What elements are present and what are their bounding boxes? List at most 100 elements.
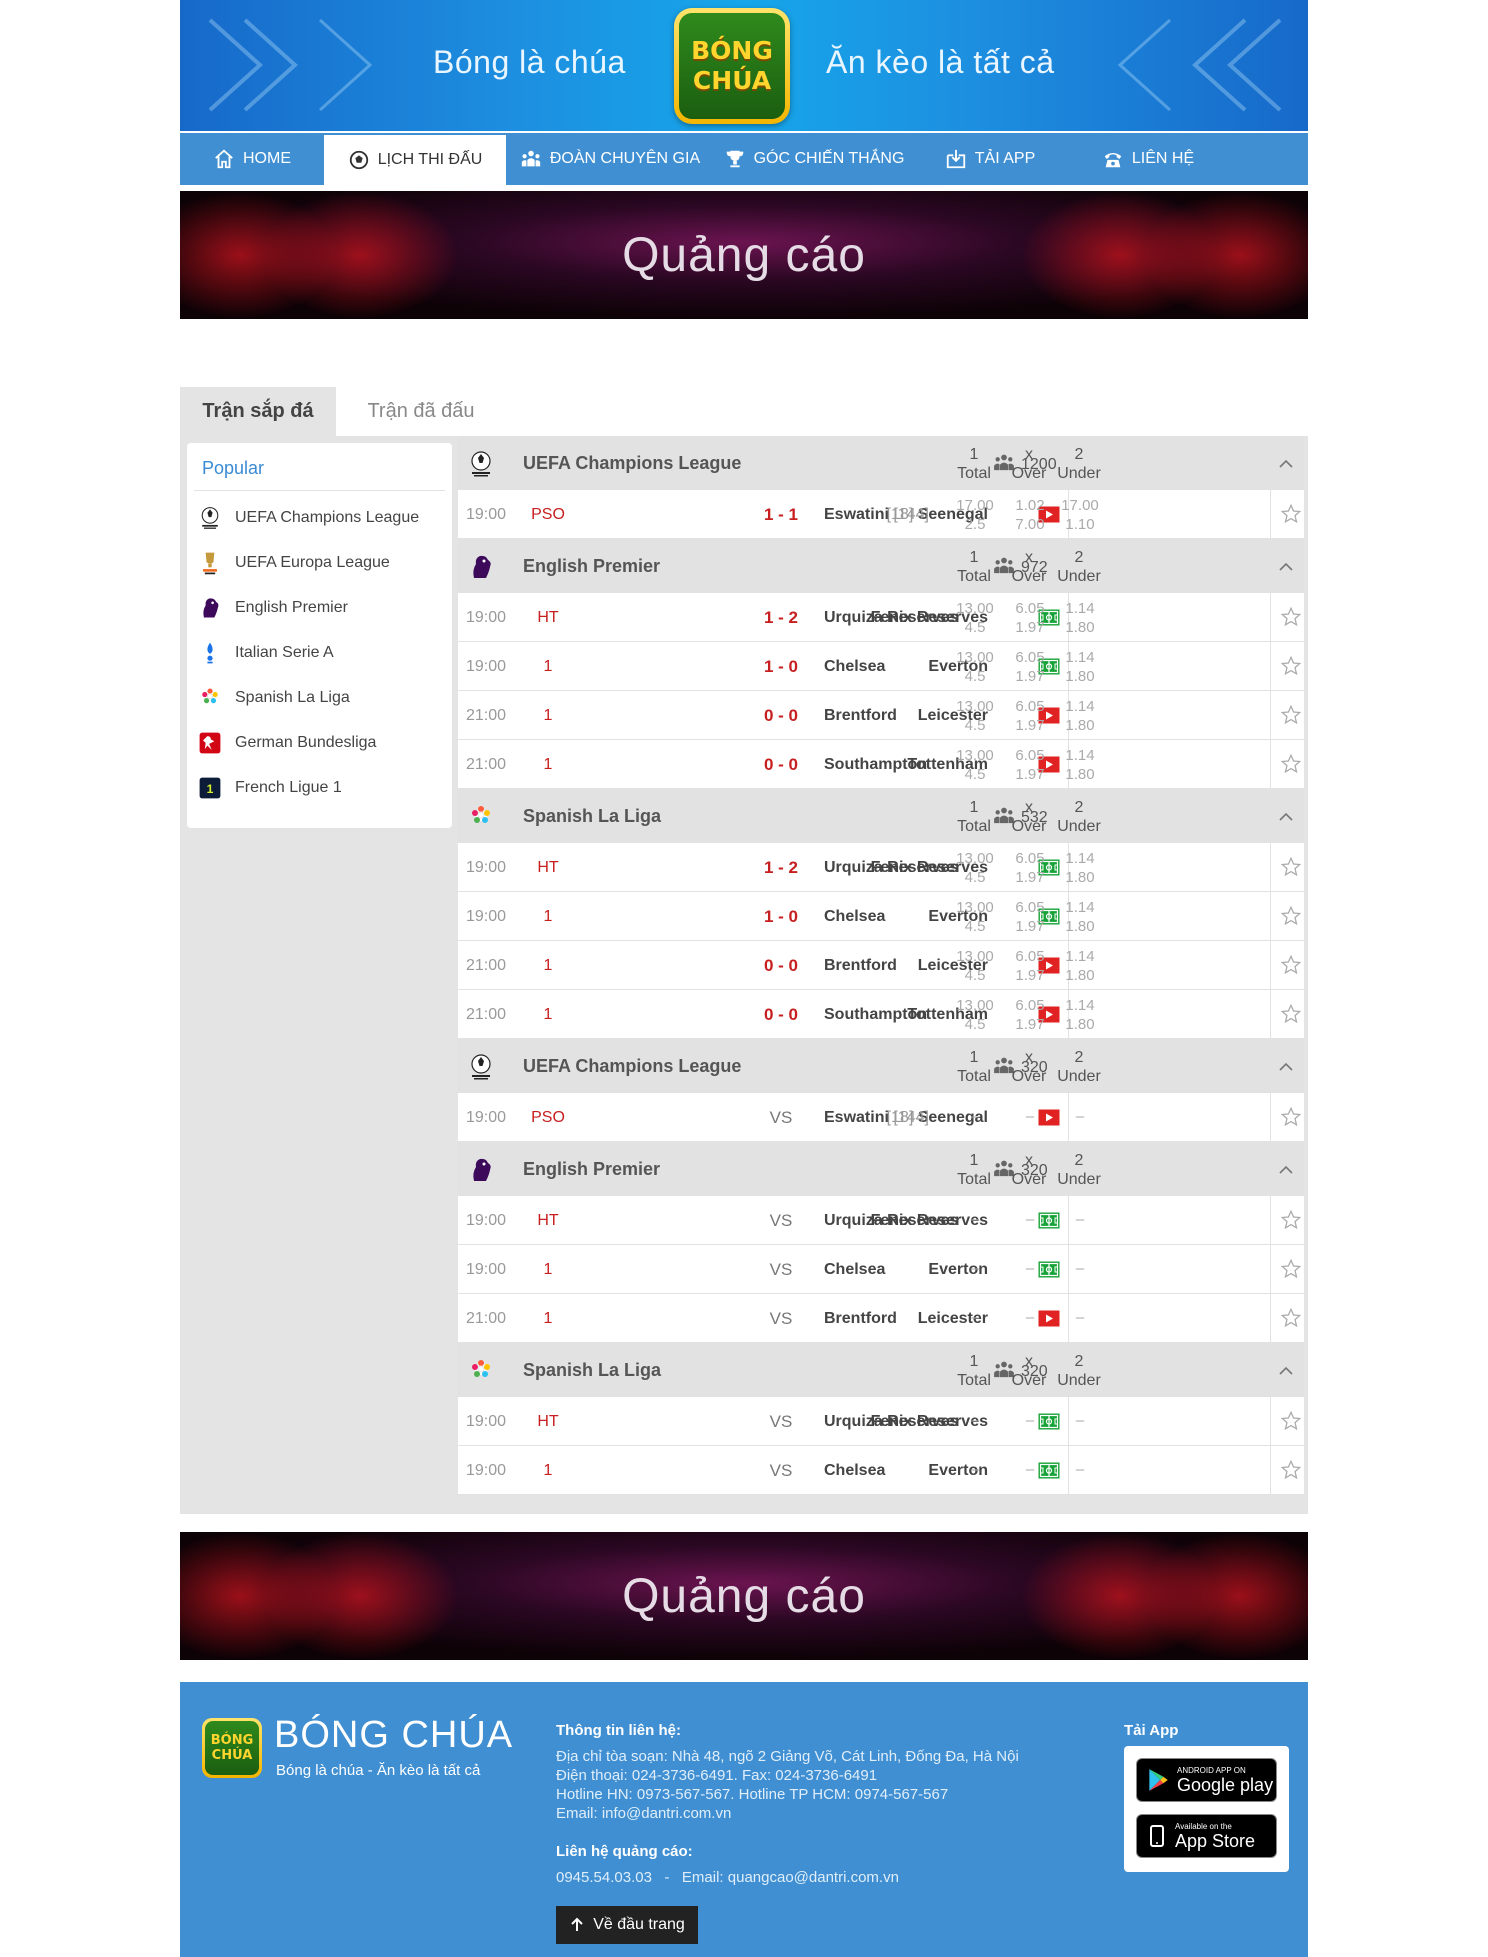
match-row[interactable]: 21:00 1 Leicester 0 - 0 Brentford 13.00 4.5 6.0… xyxy=(458,941,1304,990)
league-name[interactable]: Spanish La Liga xyxy=(523,806,661,827)
odd-value[interactable]: – xyxy=(1050,1210,1110,1229)
collapse-toggle-icon[interactable] xyxy=(1278,559,1294,571)
odd-value[interactable]: 13.00 4.5 xyxy=(945,996,1005,1034)
nav-winning-corner[interactable]: GÓC CHIẾN THẮNG xyxy=(714,133,914,185)
favorite-star-icon[interactable] xyxy=(1280,606,1302,628)
match-row[interactable]: 19:00 1 Everton VS Chelsea – – – xyxy=(458,1446,1304,1495)
collapse-toggle-icon[interactable] xyxy=(1278,1162,1294,1174)
odd-value[interactable]: 1.14 1.80 xyxy=(1050,746,1110,784)
league-name[interactable]: Spanish La Liga xyxy=(523,1360,661,1381)
favorite-star-icon[interactable] xyxy=(1280,655,1302,677)
odd-value[interactable]: 13.00 4.5 xyxy=(945,746,1005,784)
site-logo[interactable]: BÓNG CHÚA xyxy=(674,8,790,124)
match-row[interactable]: 19:00 PSO [18] Seenegal VS Eswatini [144] – – – xyxy=(458,1093,1304,1142)
favorite-star-icon[interactable] xyxy=(1280,1307,1302,1329)
odd-value[interactable]: 13.00 4.5 xyxy=(945,599,1005,637)
sidebar-item-premier-league[interactable]: English Premier xyxy=(187,585,452,630)
favorite-star-icon[interactable] xyxy=(1280,1410,1302,1432)
favorite-star-icon[interactable] xyxy=(1280,1258,1302,1280)
match-row[interactable]: 21:00 1 Leicester VS Brentford – – – xyxy=(458,1294,1304,1343)
sidebar-item-champions-league[interactable]: UEFA Champions League xyxy=(187,495,452,540)
nav-download-app[interactable]: TẢI APP xyxy=(914,133,1066,185)
match-row[interactable]: 21:00 1 Tottenham 0 - 0 Southampton 13.00 4.5 6… xyxy=(458,990,1304,1039)
sidebar-item-ligue-1[interactable]: 1 French Ligue 1 xyxy=(187,765,452,810)
favorite-star-icon[interactable] xyxy=(1280,753,1302,775)
footer-logo[interactable]: BÓNG CHÚA xyxy=(202,1718,262,1778)
favorite-star-icon[interactable] xyxy=(1280,704,1302,726)
favorite-star-icon[interactable] xyxy=(1280,954,1302,976)
google-play-button[interactable]: ANDROID APP ON Google play xyxy=(1136,1758,1277,1802)
league-name[interactable]: English Premier xyxy=(523,556,660,577)
favorite-star-icon[interactable] xyxy=(1280,1459,1302,1481)
odd-value[interactable]: – xyxy=(945,1411,1005,1430)
collapse-toggle-icon[interactable] xyxy=(1278,809,1294,821)
odd-value[interactable]: – xyxy=(945,1308,1005,1327)
sidebar-item-bundesliga[interactable]: German Bundesliga xyxy=(187,720,452,765)
match-row[interactable]: 19:00 1 Everton 1 - 0 Chelsea 13.00 4.5 6.05 1.9… xyxy=(458,642,1304,691)
odd-value[interactable]: – xyxy=(1050,1460,1110,1479)
odd-value[interactable]: 17.00 1.10 xyxy=(1050,496,1110,534)
league-name[interactable]: UEFA Champions League xyxy=(523,453,741,474)
odd-value[interactable]: 1.14 1.80 xyxy=(1050,898,1110,936)
logo-text-line2: CHÚA xyxy=(692,66,772,95)
odd-value[interactable]: 13.00 4.5 xyxy=(945,697,1005,735)
odd-value[interactable]: 1.14 1.80 xyxy=(1050,996,1110,1034)
nav-experts[interactable]: ĐOÀN CHUYÊN GIA xyxy=(506,133,714,185)
favorite-star-icon[interactable] xyxy=(1280,1209,1302,1231)
back-to-top-button[interactable]: Về đầu trang xyxy=(556,1906,698,1944)
odd-value[interactable]: 17.00 2.5 xyxy=(945,496,1005,534)
collapse-toggle-icon[interactable] xyxy=(1278,456,1294,468)
match-time: 21:00 xyxy=(466,957,507,974)
league-name[interactable]: English Premier xyxy=(523,1159,660,1180)
odd-value[interactable]: – xyxy=(945,1107,1005,1126)
match-row[interactable]: 19:00 1 Everton 1 - 0 Chelsea 13.00 4.5 6.05 1.9… xyxy=(458,892,1304,941)
nav-home[interactable]: HOME xyxy=(180,133,324,185)
league-name[interactable]: UEFA Champions League xyxy=(523,1056,741,1077)
sidebar-item-la-liga[interactable]: Spanish La Liga xyxy=(187,675,452,720)
favorite-star-icon[interactable] xyxy=(1280,856,1302,878)
sidebar-item-europa-league[interactable]: UEFA Europa League xyxy=(187,540,452,585)
nav-schedule[interactable]: LỊCH THI ĐẤU xyxy=(324,135,506,185)
app-store-button[interactable]: Available on the App Store xyxy=(1136,1814,1277,1858)
sidebar-item-serie-a[interactable]: Italian Serie A xyxy=(187,630,452,675)
match-row[interactable]: 19:00 HT Fenix Reserves 1 - 2 Urquiza Reserv… xyxy=(458,593,1304,642)
odd-value[interactable]: – xyxy=(945,1210,1005,1229)
odd-value[interactable]: 1.14 1.80 xyxy=(1050,849,1110,887)
odd-value[interactable]: 13.00 4.5 xyxy=(945,648,1005,686)
odd-value[interactable]: 1.14 1.80 xyxy=(1050,648,1110,686)
odd-value[interactable]: – xyxy=(945,1259,1005,1278)
tab-upcoming[interactable]: Trận sắp đá xyxy=(180,387,336,436)
odd-value[interactable]: 1.14 1.80 xyxy=(1050,697,1110,735)
tab-played[interactable]: Trận đã đấu xyxy=(336,387,506,436)
odd-value[interactable]: – xyxy=(1050,1411,1110,1430)
odd-value[interactable]: – xyxy=(945,1460,1005,1479)
match-row[interactable]: 19:00 1 Everton VS Chelsea – – – xyxy=(458,1245,1304,1294)
ad-banner-top[interactable]: Quảng cáo xyxy=(180,191,1308,319)
odd-value[interactable]: – xyxy=(1050,1308,1110,1327)
favorite-star-icon[interactable] xyxy=(1280,1106,1302,1128)
nav-contact[interactable]: LIÊN HỆ xyxy=(1066,133,1230,185)
ad-banner-bottom[interactable]: Quảng cáo xyxy=(180,1532,1308,1660)
favorite-star-icon[interactable] xyxy=(1280,905,1302,927)
odd-line1: 1.14 xyxy=(1065,948,1095,965)
odd-value[interactable]: – xyxy=(1050,1259,1110,1278)
match-row[interactable]: 21:00 1 Leicester 0 - 0 Brentford 13.00 4.5 6.0… xyxy=(458,691,1304,740)
contact-email[interactable]: Email: info@dantri.com.vn xyxy=(556,1804,1056,1823)
odd-value[interactable]: – xyxy=(1050,1107,1110,1126)
collapse-toggle-icon[interactable] xyxy=(1278,1059,1294,1071)
odd-value[interactable]: 13.00 4.5 xyxy=(945,898,1005,936)
collapse-toggle-icon[interactable] xyxy=(1278,1363,1294,1375)
match-row[interactable]: 19:00 HT Fenix Reserves 1 - 2 Urquiza Reserv… xyxy=(458,843,1304,892)
match-row[interactable]: 19:00 PSO [18] Seenegal 1 - 1 Eswatini [144]… xyxy=(458,490,1304,539)
odd-value[interactable]: 1.14 1.80 xyxy=(1050,599,1110,637)
match-row[interactable]: 19:00 HT Fenix Reserves VS Urquiza Reserves –… xyxy=(458,1397,1304,1446)
favorite-star-icon[interactable] xyxy=(1280,1003,1302,1025)
odd-value[interactable]: 13.00 4.5 xyxy=(945,947,1005,985)
odd-line2: 4.5 xyxy=(964,668,986,685)
match-row[interactable]: 19:00 HT Fenix Reserves VS Urquiza Reserves –… xyxy=(458,1196,1304,1245)
odd-value[interactable]: 1.14 1.80 xyxy=(1050,947,1110,985)
odd-value[interactable]: 13.00 4.5 xyxy=(945,849,1005,887)
ad-banner-top-text: Quảng cáo xyxy=(622,228,866,282)
match-row[interactable]: 21:00 1 Tottenham 0 - 0 Southampton 13.00 4.5 6… xyxy=(458,740,1304,789)
favorite-star-icon[interactable] xyxy=(1280,503,1302,525)
